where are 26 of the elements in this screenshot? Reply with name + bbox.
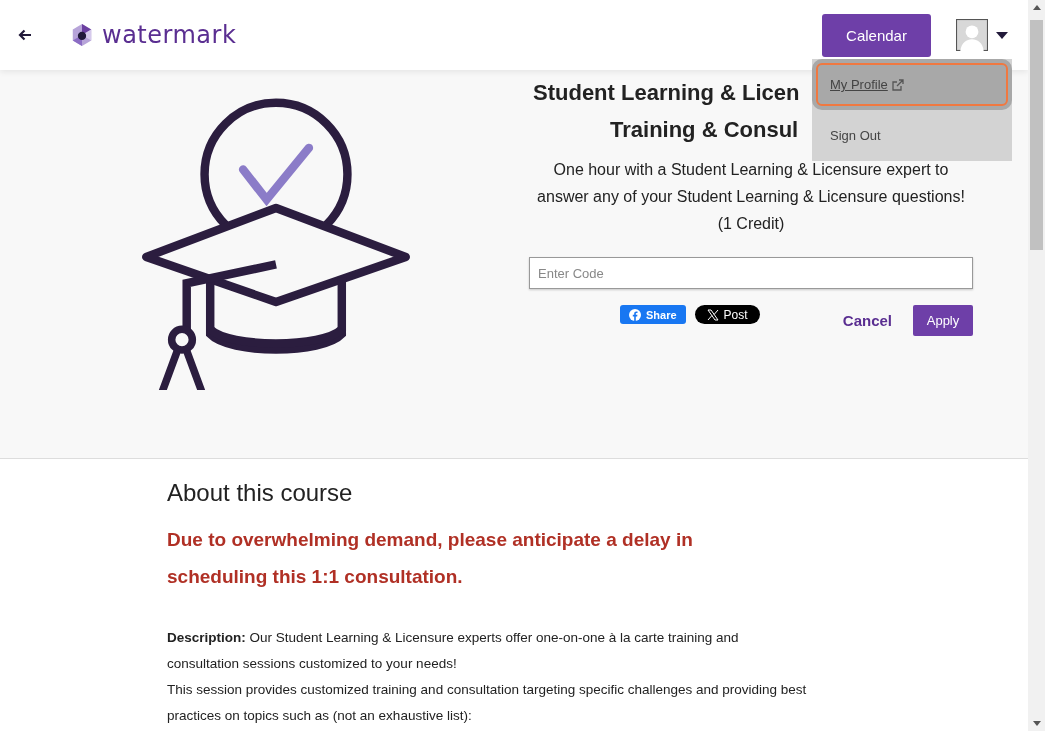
menu-item[interactable]: My Profile bbox=[812, 59, 1012, 110]
section-heading: About this course bbox=[167, 479, 354, 507]
x-icon bbox=[706, 308, 719, 321]
logo-icon bbox=[70, 22, 94, 48]
calendar-button[interactable]: Calendar bbox=[822, 13, 931, 57]
scrollbar[interactable] bbox=[1028, 0, 1045, 731]
description-paragraph: This session provides customized training and consultation targeting specific challenges and providing best practices on topics such as (not an exhaustive list): bbox=[167, 681, 807, 725]
scrollbar-thumb[interactable] bbox=[1030, 20, 1043, 250]
x-post-button[interactable]: Post bbox=[694, 305, 760, 324]
cancel-button[interactable]: Cancel bbox=[836, 305, 898, 336]
description-paragraph: Description: Our Student Learning & Licensure experts offer one-on-one à la carte training and consultation sessions customized to your needs! bbox=[167, 629, 740, 673]
menu-item[interactable]: Sign Out bbox=[812, 110, 1012, 161]
course-summary: One hour with a Student Learning & Licensure expert to answer any of your Student Learning & Licensure questions! (1 Credit) bbox=[536, 160, 966, 234]
course-title: Student Learning & Licen bbox=[533, 79, 800, 107]
back-arrow-icon[interactable] bbox=[18, 29, 32, 41]
scroll-up-icon[interactable] bbox=[1032, 5, 1041, 10]
logo-text[interactable]: watermark bbox=[102, 21, 237, 49]
notice-text: Due to overwhelming demand, please anticipate a delay in scheduling this 1:1 consultation. bbox=[167, 528, 694, 589]
facebook-icon bbox=[629, 308, 641, 321]
facebook-share-button[interactable]: Share bbox=[620, 305, 686, 324]
scroll-down-icon[interactable] bbox=[1032, 721, 1041, 726]
course-title: Training & Consul bbox=[610, 116, 799, 144]
apply-button[interactable]: Apply bbox=[913, 305, 973, 336]
user-avatar-button[interactable] bbox=[956, 19, 1008, 51]
caret-icon[interactable] bbox=[996, 31, 1008, 39]
code-input-field[interactable]: Enter Code bbox=[529, 257, 973, 289]
